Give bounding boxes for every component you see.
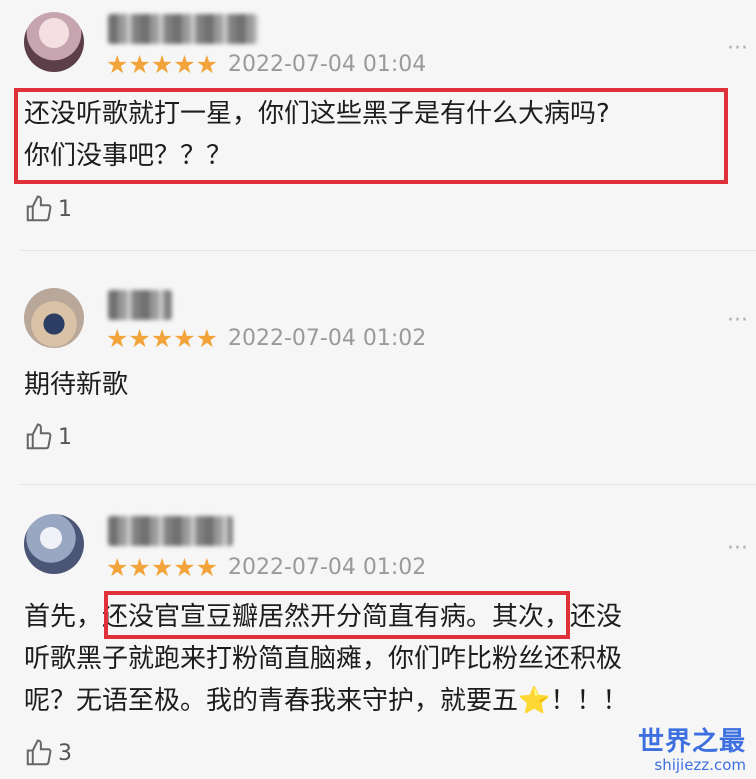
- review-date: 2022-07-04 01:04: [228, 52, 427, 77]
- avatar[interactable]: [24, 514, 84, 574]
- divider: [20, 484, 756, 485]
- avatar[interactable]: [24, 12, 84, 72]
- username-blurred[interactable]: [108, 516, 233, 546]
- watermark-url: shijiezz.com: [654, 756, 746, 774]
- username-blurred[interactable]: [108, 14, 258, 44]
- more-icon[interactable]: ···: [727, 538, 748, 560]
- review-date: 2022-07-04 01:02: [228, 555, 427, 580]
- highlight-box: [14, 88, 728, 184]
- divider: [20, 250, 756, 251]
- review-text: 期待新歌: [24, 370, 129, 400]
- star-rating: ★★★★★: [106, 553, 219, 582]
- username-blurred[interactable]: [108, 290, 172, 320]
- like-button[interactable]: 1: [24, 194, 72, 224]
- review-text-end: ！！！: [550, 686, 629, 716]
- like-button[interactable]: 3: [24, 738, 72, 768]
- star-rating: ★★★★★: [106, 324, 219, 353]
- watermark-main: 世界之最: [637, 727, 746, 757]
- like-button[interactable]: 1: [24, 422, 72, 452]
- avatar[interactable]: [24, 288, 84, 348]
- highlight-box: [104, 591, 570, 639]
- review-date: 2022-07-04 01:02: [228, 326, 427, 351]
- thumbs-up-icon: [26, 423, 52, 450]
- star-emoji-icon: ⭐: [518, 686, 551, 716]
- like-count: 3: [58, 740, 72, 766]
- thumbs-up-icon: [26, 739, 52, 766]
- thumbs-up-icon: [26, 195, 52, 222]
- review-card: ★★★★★ 2022-07-04 01:04 ··· 还没听歌就打一星，你们这些…: [0, 0, 756, 248]
- like-count: 1: [58, 424, 72, 450]
- watermark: 世界之最 shijiezz.com: [638, 727, 746, 773]
- review-text-before: 首先，: [24, 602, 103, 632]
- star-rating: ★★★★★: [106, 50, 219, 79]
- more-icon[interactable]: ···: [727, 310, 748, 332]
- like-count: 1: [58, 196, 72, 222]
- more-icon[interactable]: ···: [727, 38, 748, 60]
